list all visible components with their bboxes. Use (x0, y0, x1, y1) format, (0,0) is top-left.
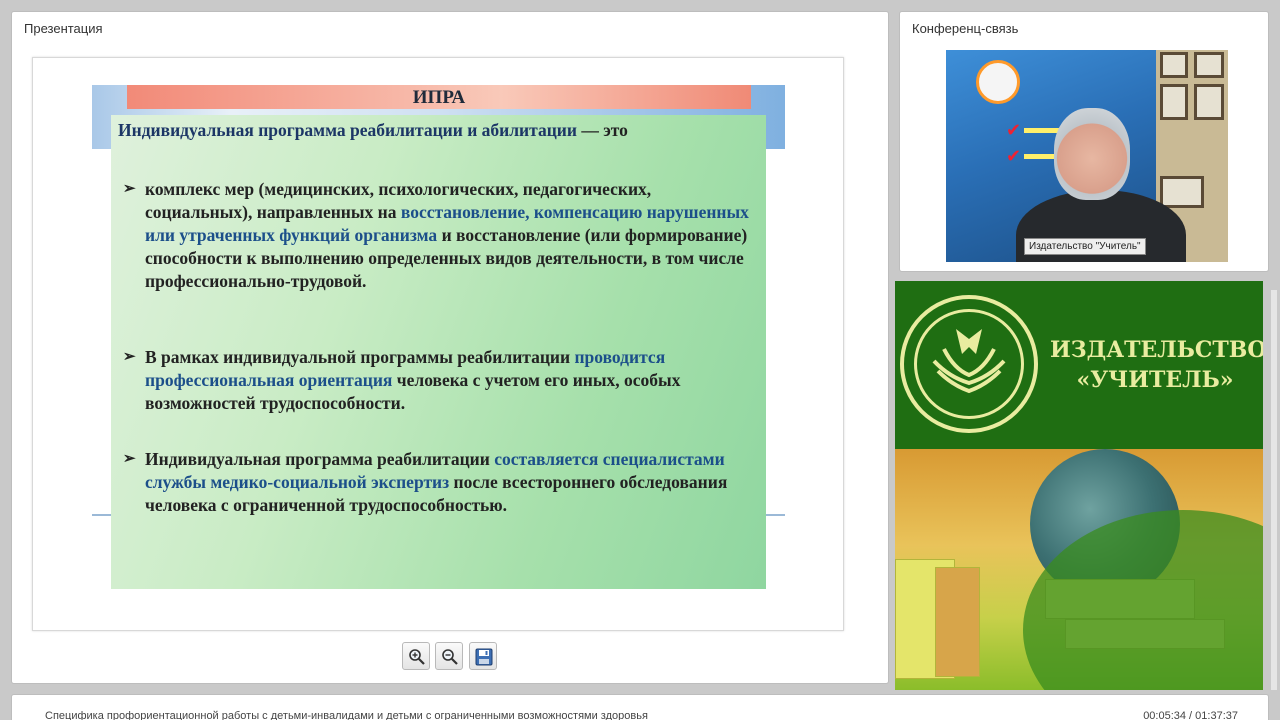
conference-panel: Конференц-связь ✔ ✔ Издательство "Учител… (899, 11, 1269, 272)
zoom-in-button[interactable] (402, 642, 430, 670)
publisher-name-line2: «УЧИТЕЛЬ» (1076, 367, 1234, 393)
video-feed[interactable]: ✔ ✔ Издательство "Учитель" (946, 50, 1228, 262)
check-icon: ✔ (1006, 146, 1022, 166)
publisher-banner: ИЗДАТЕЛЬСТВО «УЧИТЕЛЬ» (895, 281, 1263, 690)
slide-bullet-1: ➢ комплекс мер (медицинских, психологиче… (123, 178, 755, 293)
presentation-panel: Презентация ИПРА Индивидуальная программ… (11, 11, 889, 684)
slide-bullet-3: ➢ Индивидуальная программа реабилитации … (123, 448, 755, 517)
publisher-name: ИЗДАТЕЛЬСТВО «УЧИТЕЛЬ» (1050, 335, 1263, 395)
publisher-logo-icon (900, 295, 1038, 433)
slide-definition: Индивидуальная программа реабилитации и … (118, 119, 758, 142)
book-stack-image (935, 567, 980, 677)
wall-frame (1160, 84, 1188, 120)
publisher-name-line1: ИЗДАТЕЛЬСТВО (1050, 337, 1263, 363)
slide-bullet-2: ➢ В рамках индивидуальной программы реаб… (123, 346, 755, 415)
speaker-head (1054, 108, 1130, 200)
right-scrollbar[interactable] (1271, 290, 1277, 690)
book-emblem-icon (932, 329, 1006, 394)
floppy-disk-icon (475, 648, 493, 666)
conference-panel-title: Конференц-связь (912, 21, 1019, 36)
bullet-marker: ➢ (123, 181, 136, 197)
publisher-banner-header: ИЗДАТЕЛЬСТВО «УЧИТЕЛЬ» (895, 281, 1263, 449)
presentation-panel-title: Презентация (24, 21, 103, 36)
publisher-banner-image (895, 449, 1263, 690)
wall-frame (1160, 52, 1188, 78)
slide-heading-bar: ИПРА (127, 85, 751, 109)
bullet-marker: ➢ (123, 451, 136, 467)
webinar-title: Специфика профориентационной работы с де… (45, 710, 648, 720)
save-button[interactable] (469, 642, 497, 670)
check-icon: ✔ (1006, 120, 1022, 140)
slide: ИПРА Индивидуальная программа реабилитац… (32, 57, 844, 631)
bullet-marker: ➢ (123, 349, 136, 365)
video-caption: Издательство "Учитель" (1024, 238, 1146, 255)
banner-logo-icon (976, 60, 1020, 104)
wall-frame (1160, 176, 1204, 208)
bullet-text: В рамках индивидуальной программы реабил… (145, 347, 575, 367)
zoom-in-icon (409, 649, 425, 665)
bullet-text: Индивидуальная программа реабилитации (145, 449, 495, 469)
zoom-out-icon (442, 649, 458, 665)
definition-tail: — это (576, 120, 628, 140)
footer-bar: Специфика профориентационной работы с де… (11, 694, 1269, 720)
wall-frame (1194, 52, 1224, 78)
zoom-out-button[interactable] (435, 642, 463, 670)
playback-time: 00:05:34 / 01:37:37 (1143, 710, 1238, 720)
wall-frame (1194, 84, 1224, 120)
slide-heading: ИПРА (412, 87, 466, 108)
definition-term: Индивидуальная программа реабилитации и … (118, 120, 577, 140)
